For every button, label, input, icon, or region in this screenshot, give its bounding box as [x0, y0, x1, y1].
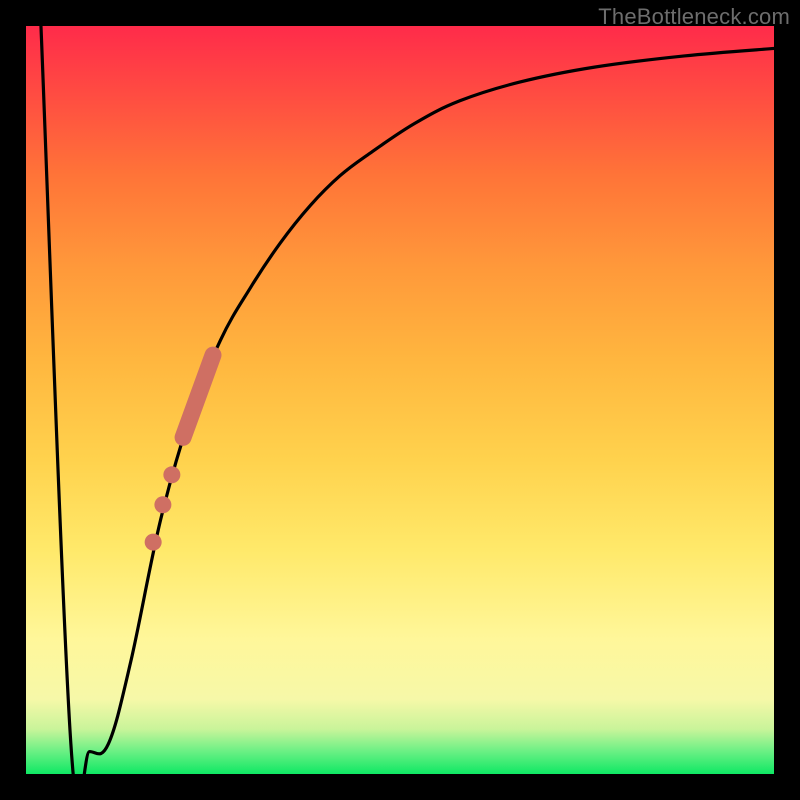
marker-dots	[145, 466, 181, 550]
chart-svg	[26, 26, 774, 774]
marker-dot	[154, 496, 171, 513]
chart-stage: TheBottleneck.com	[0, 0, 800, 800]
main-curve	[41, 26, 774, 800]
plot-area	[26, 26, 774, 774]
watermark-text: TheBottleneck.com	[598, 4, 790, 30]
marker-segment	[183, 355, 213, 437]
marker-dot	[145, 534, 162, 551]
marker-dot	[163, 466, 180, 483]
